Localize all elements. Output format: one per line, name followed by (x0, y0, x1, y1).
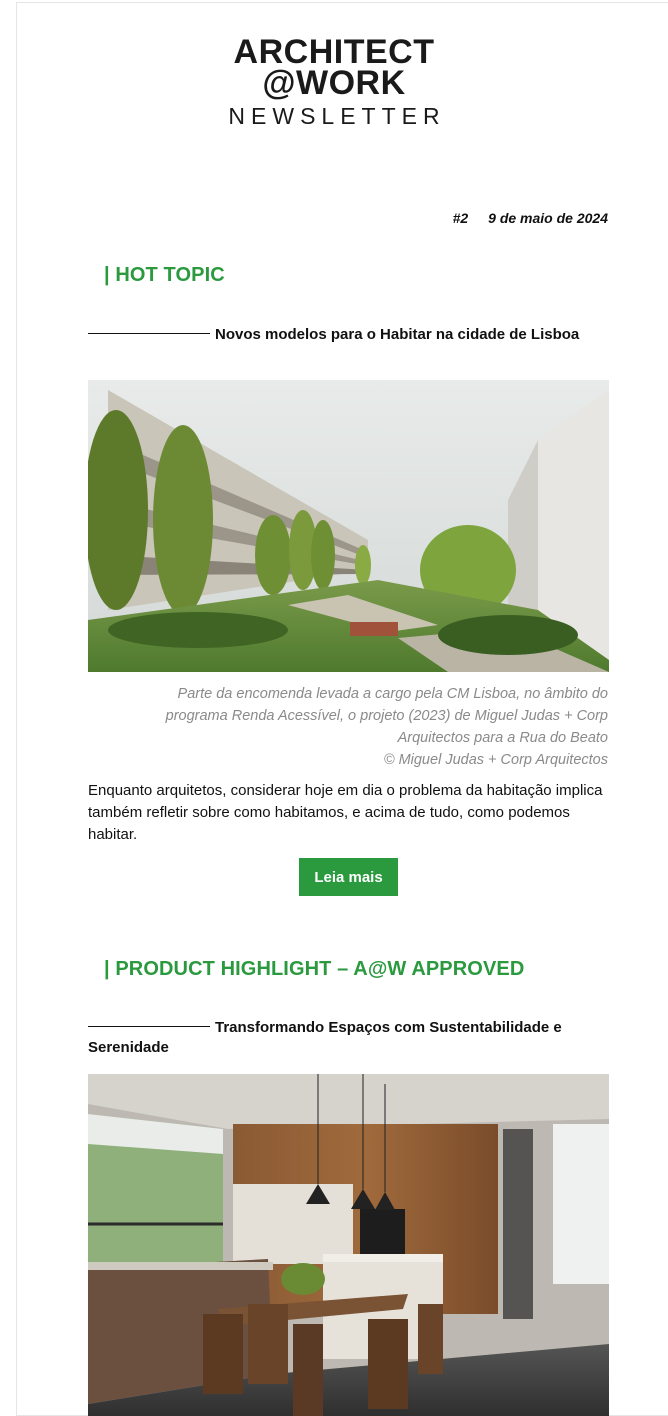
issue-date: 9 de maio de 2024 (488, 210, 608, 226)
section-title-hot-topic: | HOT TOPIC (104, 264, 225, 286)
caption-line: programa Renda Acessível, o projeto (202… (165, 708, 608, 724)
heading-rule (88, 332, 210, 334)
image-caption: Parte da encomenda levada a cargo pela C… (88, 683, 608, 771)
courtyard-rendering-graphic (88, 380, 609, 672)
issue-number: #2 (452, 210, 469, 226)
article-body: Enquanto arquitetos, considerar hoje em … (88, 782, 603, 843)
caption-line: © Miguel Judas + Corp Arquitectos (383, 752, 608, 768)
caption-line: Arquitectos para a Rua do Beato (397, 730, 608, 746)
newsletter-page: ARCHITECT @WORK NEWSLETTER #2 9 de maio d… (0, 0, 668, 1416)
issue-info: #2 9 de maio de 2024 (453, 210, 608, 226)
section-title-product-highlight: | PRODUCT HIGHLIGHT – A@W APPROVED (104, 958, 525, 980)
hot-topic-image[interactable] (88, 380, 609, 672)
kitchen-photo-graphic (88, 1074, 609, 1416)
read-more-button[interactable]: Leia mais (299, 858, 398, 896)
caption-line: Parte da encomenda levada a cargo pela C… (177, 686, 608, 702)
logo-line-newsletter: NEWSLETTER (228, 103, 446, 129)
article-heading-product[interactable]: Transformando Espaços com Sustentabilida… (88, 1018, 588, 1058)
logo-line-work: @WORK (262, 64, 406, 102)
product-highlight-image[interactable] (88, 1074, 609, 1416)
heading-rule (88, 1025, 210, 1027)
article-heading-hot-topic[interactable]: Novos modelos para o Habitar na cidade d… (88, 325, 588, 345)
article-heading-text: Novos modelos para o Habitar na cidade d… (215, 326, 580, 343)
